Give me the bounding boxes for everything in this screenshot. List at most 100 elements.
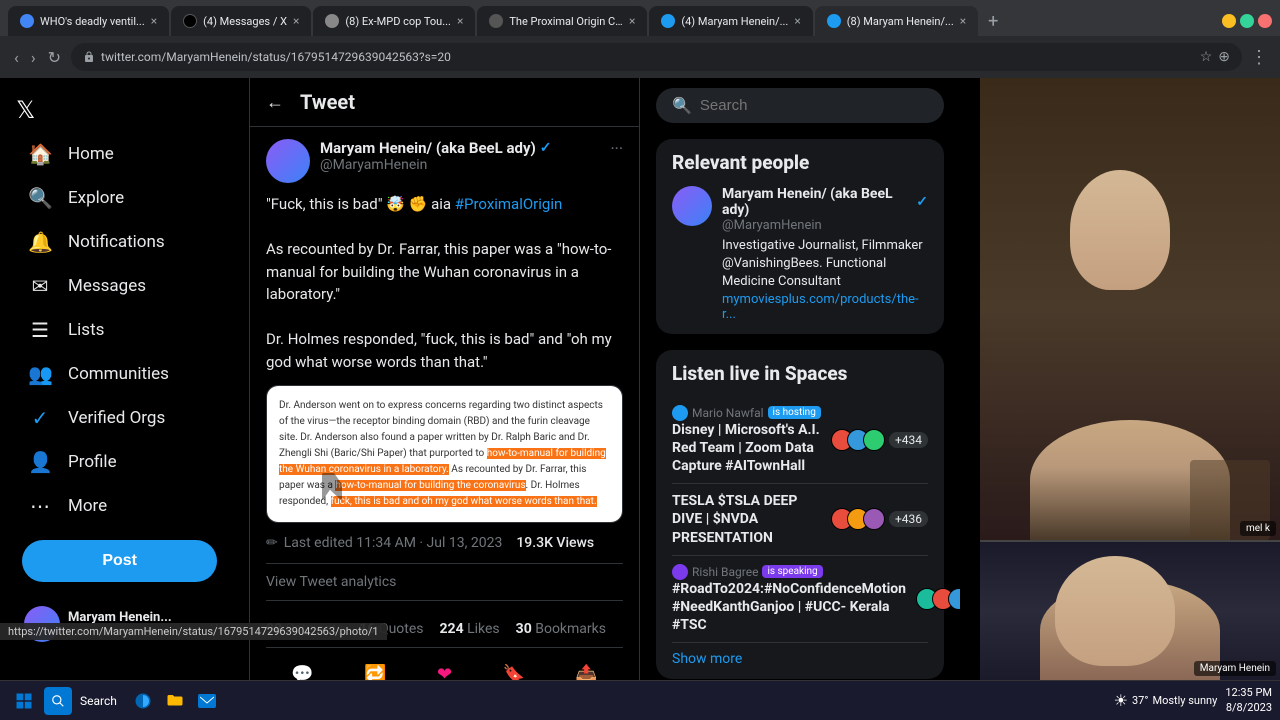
- space-1-av-3: [863, 429, 885, 451]
- back-button[interactable]: ‹: [12, 46, 21, 69]
- tab-3[interactable]: (8) Ex-MPD cop Tou... ×: [313, 6, 475, 36]
- taskbar-edge-icon[interactable]: [129, 687, 157, 715]
- mail-icon: [198, 694, 216, 708]
- url-text: twitter.com/MaryamHenein/status/16795147…: [101, 50, 451, 64]
- highlight-1: how-to-manual for building the Wuhan cor…: [279, 448, 606, 475]
- tweet-author-name[interactable]: Maryam Henein/ (aka BeeL ady) ✓: [320, 139, 600, 157]
- sidebar-lists-label: Lists: [68, 320, 104, 340]
- post-button[interactable]: Post: [22, 540, 217, 582]
- show-more-spaces[interactable]: Show more: [672, 651, 928, 667]
- spaces-section: Listen live in Spaces Mario Nawfal is ho…: [656, 350, 944, 680]
- twitter-logo[interactable]: 𝕏: [16, 88, 233, 132]
- tweet-views-count: 19.3K Views: [516, 535, 594, 551]
- tab-3-close[interactable]: ×: [457, 14, 463, 28]
- space-3-host-name: Rishi Bagree: [692, 565, 758, 579]
- taskbar-mail-icon[interactable]: [193, 687, 221, 715]
- space-item-3[interactable]: Rishi Bagree is speaking #RoadTo2024:#No…: [672, 556, 928, 644]
- communities-icon: 👥: [28, 362, 52, 386]
- hashtag-proximalorigin[interactable]: #ProximalOrigin: [455, 195, 563, 213]
- tab-6-close[interactable]: ×: [960, 14, 966, 28]
- relevant-person-bio: Investigative Journalist, Filmmaker @Van…: [722, 237, 928, 292]
- bookmark-star-icon[interactable]: ☆: [1200, 49, 1213, 65]
- sidebar-item-communities[interactable]: 👥 Communities: [16, 352, 233, 396]
- tweet-analytics-link[interactable]: View Tweet analytics: [266, 563, 623, 601]
- taskbar-weather: ☀ 37° Mostly sunny: [1114, 691, 1218, 710]
- tweet-paragraph-2: Dr. Holmes responded, "fuck, this is bad…: [266, 328, 623, 373]
- retweet-action-button[interactable]: 🔁: [358, 658, 392, 680]
- sidebar-item-notifications[interactable]: 🔔 Notifications: [16, 220, 233, 264]
- window-controls: [1222, 14, 1272, 28]
- tab-4-close[interactable]: ×: [629, 14, 635, 28]
- bookmark-action-button[interactable]: 🔖: [496, 658, 530, 680]
- tab-2[interactable]: (4) Messages / X ×: [171, 6, 311, 36]
- relevant-person-name[interactable]: Maryam Henein/ (aka BeeL ady) ✓: [722, 186, 928, 218]
- search-input[interactable]: [700, 97, 899, 114]
- space-item-1[interactable]: Mario Nawfal is hosting Disney | Microso…: [672, 397, 928, 485]
- webcam-bottom-label: Maryam Henein: [1194, 661, 1276, 676]
- sidebar-home-label: Home: [68, 144, 114, 164]
- sidebar-item-verified[interactable]: ✓ Verified Orgs: [16, 396, 233, 440]
- back-button[interactable]: ←: [266, 92, 284, 113]
- maximize-button[interactable]: [1240, 14, 1254, 28]
- reply-action-button[interactable]: 💬: [285, 658, 319, 680]
- url-bar[interactable]: twitter.com/MaryamHenein/status/16795147…: [71, 43, 1242, 71]
- taskbar-file-explorer-icon[interactable]: [161, 687, 189, 715]
- relevant-people-title: Relevant people: [672, 151, 928, 174]
- like-action-button[interactable]: ❤: [431, 658, 458, 680]
- space-item-2[interactable]: TESLA $TSLA DEEP DIVE | $NVDA PRESENTATI…: [672, 484, 928, 556]
- twitter-sidebar: 𝕏 🏠 Home 🔍 Explore 🔔 Notifications ✉ Mes…: [0, 78, 250, 680]
- space-2-count: +436: [889, 511, 928, 527]
- forward-button[interactable]: ›: [29, 46, 38, 69]
- minimize-button[interactable]: [1222, 14, 1236, 28]
- tweet-more-button[interactable]: ···: [610, 139, 623, 158]
- bookmarks-stat[interactable]: 30 Bookmarks: [516, 621, 606, 637]
- lock-icon: [83, 51, 95, 63]
- space-2-title: TESLA $TSLA DEEP DIVE | $NVDA PRESENTATI…: [672, 492, 821, 547]
- tab-2-label: (4) Messages / X: [203, 15, 287, 28]
- tab-2-close[interactable]: ×: [293, 14, 299, 28]
- tweet-image-card[interactable]: Dr. Anderson went on to express concerns…: [266, 385, 623, 523]
- sidebar-item-lists[interactable]: ☰ Lists: [16, 308, 233, 352]
- sidebar-item-more[interactable]: ⋯ More: [16, 484, 233, 528]
- share-action-button[interactable]: 📤: [569, 658, 603, 680]
- search-taskbar-label[interactable]: Search: [80, 694, 117, 708]
- reload-button[interactable]: ↻: [46, 46, 63, 69]
- sidebar-item-explore[interactable]: 🔍 Explore: [16, 176, 233, 220]
- address-bar: ‹ › ↻ twitter.com/MaryamHenein/status/16…: [0, 36, 1280, 78]
- tab-5[interactable]: (4) Maryam Henein/... ×: [649, 6, 812, 36]
- search-bar[interactable]: 🔍: [656, 88, 944, 123]
- tab-5-label: (4) Maryam Henein/...: [681, 15, 788, 28]
- relevant-person-handle: @MaryamHenein: [722, 218, 928, 233]
- space-3-host: Rishi Bagree is speaking: [672, 564, 906, 580]
- menu-icon[interactable]: ⋮: [1250, 47, 1268, 68]
- home-icon: 🏠: [28, 142, 52, 166]
- sidebar-item-home[interactable]: 🏠 Home: [16, 132, 233, 176]
- relevant-verified-badge-icon: ✓: [916, 194, 928, 210]
- highlight-2: how-to-manual for building the coronavir…: [335, 480, 525, 491]
- close-button[interactable]: [1258, 14, 1272, 28]
- tab-6[interactable]: (8) Maryam Henein/... ×: [815, 6, 978, 36]
- relevant-person-avatar: [672, 186, 712, 226]
- tab-4-label: The Proximal Origin C...: [509, 15, 623, 28]
- extensions-icon[interactable]: ⊕: [1218, 49, 1230, 65]
- start-button[interactable]: [8, 685, 40, 717]
- weather-description: Mostly sunny: [1152, 694, 1217, 707]
- sidebar-messages-label: Messages: [68, 276, 146, 296]
- space-1-info: Mario Nawfal is hosting Disney | Microso…: [672, 405, 821, 476]
- sidebar-item-profile[interactable]: 👤 Profile: [16, 440, 233, 484]
- taskbar-date-display: 8/8/2023: [1225, 701, 1272, 715]
- webcam-top: mel k: [980, 78, 1280, 540]
- sidebar-item-messages[interactable]: ✉ Messages: [16, 264, 233, 308]
- tab-5-close[interactable]: ×: [794, 14, 800, 28]
- file-explorer-icon: [166, 692, 184, 710]
- likes-stat[interactable]: 224 Likes: [440, 621, 500, 637]
- relevant-person-link[interactable]: mymoviesplus.com/products/the-r...: [722, 292, 928, 322]
- tweet-author-info: Maryam Henein/ (aka BeeL ady) ✓ @MaryamH…: [320, 139, 600, 173]
- weather-temp: 37°: [1132, 694, 1148, 707]
- new-tab-button[interactable]: +: [980, 11, 1006, 32]
- tab-4[interactable]: The Proximal Origin C... ×: [477, 6, 647, 36]
- tab-1[interactable]: WHO's deadly ventil... ×: [8, 6, 169, 36]
- tab-1-close[interactable]: ×: [151, 14, 157, 28]
- tab-1-favicon: [20, 14, 34, 28]
- search-taskbar-button[interactable]: [44, 687, 72, 715]
